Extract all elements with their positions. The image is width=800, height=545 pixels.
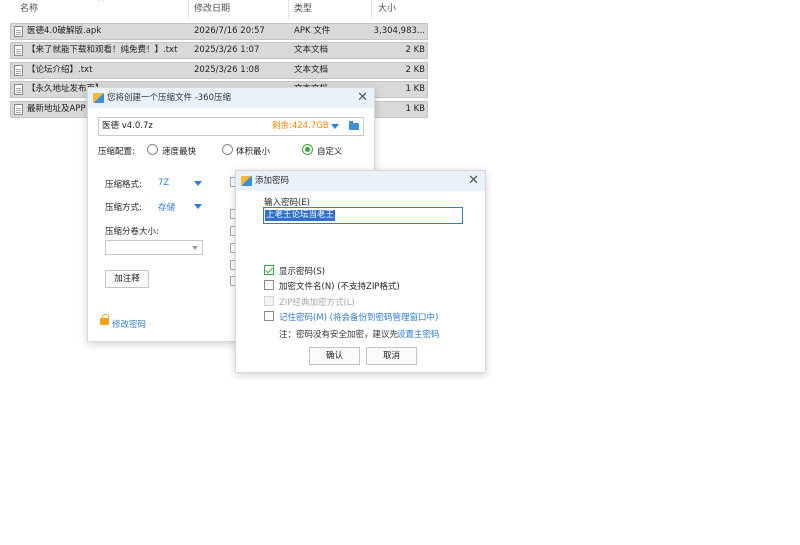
encrypt-filenames-checkbox[interactable] <box>264 280 274 290</box>
show-password-checkbox[interactable] <box>264 265 274 275</box>
sort-ascending-icon: ^ <box>98 0 105 6</box>
security-note: 注：密码没有安全加密，建议先 <box>279 330 399 340</box>
config-label: 压缩配置: <box>98 147 135 157</box>
dialog-titlebar[interactable]: 添加密码 ✕ <box>236 171 485 191</box>
cancel-button[interactable]: 取消 <box>366 347 417 365</box>
zip-classic-label: ZIP经典加密方式(L) <box>279 298 355 308</box>
file-type: 文本文档 <box>294 45 329 55</box>
change-password-link[interactable]: 修改密码 <box>112 318 146 330</box>
password-input[interactable]: 上老王论坛当老王 <box>263 207 463 224</box>
file-size: 1 KB <box>405 84 425 94</box>
volume-label: 压缩分卷大小: <box>105 227 159 237</box>
format-select[interactable]: 7Z <box>158 178 169 188</box>
text-file-icon <box>14 45 23 56</box>
file-date: 2025/3/26 1:08 <box>194 65 260 75</box>
option-fastest-label[interactable]: 速度最快 <box>162 145 196 157</box>
chevron-down-icon[interactable] <box>194 181 202 186</box>
column-divider[interactable] <box>188 0 189 20</box>
dialog-title: 您将创建一个压缩文件 -360压缩 <box>107 93 231 103</box>
close-icon[interactable]: ✕ <box>468 173 479 189</box>
column-divider[interactable] <box>288 0 289 20</box>
radio-fastest[interactable] <box>147 144 158 155</box>
radio-custom[interactable] <box>302 144 313 155</box>
file-row[interactable]: 【来了就能下载和观看！纯免费！】.txt 2025/3/26 1:07 文本文档… <box>10 42 428 59</box>
lock-icon <box>100 314 109 325</box>
remember-password-checkbox[interactable] <box>264 311 274 321</box>
file-size: 2 KB <box>405 45 425 55</box>
dialog-titlebar[interactable]: 您将创建一个压缩文件 -360压缩 ✕ <box>88 88 374 108</box>
chevron-down-icon[interactable] <box>331 124 339 129</box>
file-size: 3,304,983... <box>373 26 425 36</box>
free-space: 剩余:424.7GB <box>272 121 329 131</box>
remember-password-label[interactable]: 记住密码(M) (将会备份到密码管理窗口中) <box>279 311 438 323</box>
column-divider[interactable] <box>371 0 372 20</box>
password-value: 上老王论坛当老王 <box>265 210 336 221</box>
dialog-title: 添加密码 <box>255 176 290 186</box>
column-header-size[interactable]: 大小 <box>378 0 396 18</box>
text-file-icon <box>14 104 23 115</box>
file-date: 2025/3/26 1:07 <box>194 45 260 55</box>
360-zip-icon <box>93 93 104 103</box>
show-password-label[interactable]: 显示密码(S) <box>279 265 325 277</box>
radio-smallest[interactable] <box>222 144 233 155</box>
file-date: 2026/7/16 20:57 <box>194 26 265 36</box>
volume-size-select[interactable] <box>105 240 203 255</box>
file-row[interactable]: 【论坛介绍】.txt 2025/3/26 1:08 文本文档 2 KB <box>10 62 428 79</box>
chevron-down-icon[interactable] <box>192 246 198 250</box>
option-smallest-label[interactable]: 体积最小 <box>236 145 270 157</box>
column-header-type[interactable]: 类型 <box>294 0 312 18</box>
zip-classic-checkbox <box>264 296 274 306</box>
column-header-name[interactable]: 名称 <box>20 0 38 18</box>
file-size: 1 KB <box>405 104 425 114</box>
option-custom-label[interactable]: 自定义 <box>317 145 343 157</box>
file-name: 【来了就能下载和观看！纯免费！】.txt <box>27 45 178 55</box>
chevron-down-icon[interactable] <box>194 204 202 209</box>
file-size: 2 KB <box>405 65 425 75</box>
method-label: 压缩方式: <box>105 203 142 213</box>
encrypt-filenames-label[interactable]: 加密文件名(N) (不支持ZIP格式) <box>279 280 400 292</box>
file-row[interactable]: 医德4.0破解版.apk 2026/7/16 20:57 APK 文件 3,30… <box>10 23 428 40</box>
set-master-password-link[interactable]: 设置主密码 <box>397 328 440 340</box>
file-type: 文本文档 <box>294 65 329 75</box>
format-label: 压缩格式: <box>105 180 142 190</box>
file-icon <box>14 26 23 37</box>
folder-icon[interactable] <box>349 121 359 130</box>
archive-name[interactable]: 医德 v4.0.7z <box>102 118 153 135</box>
file-name: 【论坛介绍】.txt <box>27 65 93 75</box>
add-comment-button[interactable]: 加注释 <box>105 270 149 288</box>
file-name: 医德4.0破解版.apk <box>27 26 102 36</box>
file-type: APK 文件 <box>294 26 331 36</box>
ok-button[interactable]: 确认 <box>309 347 360 365</box>
close-icon[interactable]: ✕ <box>357 90 368 106</box>
add-password-dialog: 添加密码 ✕ 输入密码(E) 上老王论坛当老王 显示密码(S) 加密文件名(N)… <box>235 170 486 373</box>
column-header-date[interactable]: 修改日期 <box>194 0 230 18</box>
method-select[interactable]: 存储 <box>158 201 175 213</box>
text-file-icon <box>14 84 23 95</box>
archive-name-field[interactable]: 医德 v4.0.7z 剩余:424.7GB <box>98 117 364 136</box>
360-zip-icon <box>241 176 252 186</box>
text-file-icon <box>14 65 23 76</box>
